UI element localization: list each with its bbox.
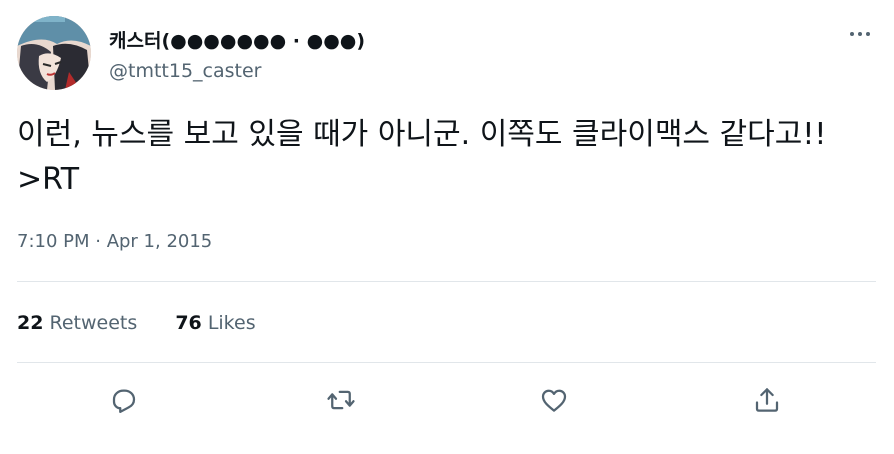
retweet-icon (327, 390, 355, 410)
likes-stat[interactable]: 76 Likes (175, 312, 255, 334)
more-options-button[interactable] (840, 22, 880, 46)
divider (17, 281, 876, 282)
likes-count: 76 (175, 312, 202, 334)
share-icon (755, 388, 779, 412)
retweet-button[interactable] (322, 381, 360, 419)
tweet-stats: 22 Retweets 76 Likes (17, 312, 288, 334)
author-handle[interactable]: @tmtt15_caster (109, 60, 261, 82)
more-dot-icon (866, 32, 870, 36)
more-dot-icon (858, 32, 862, 36)
avatar[interactable] (17, 16, 91, 90)
retweets-label: Retweets (49, 312, 138, 334)
avatar-image (17, 16, 91, 90)
author-name[interactable]: 캐스터(●●●●●●● · ●●●) (109, 26, 365, 53)
retweets-count: 22 (17, 312, 44, 334)
more-dot-icon (850, 32, 854, 36)
like-icon (541, 389, 567, 412)
share-button[interactable] (748, 381, 786, 419)
reply-icon (112, 389, 136, 413)
likes-label: Likes (207, 312, 256, 334)
tweet-card: 캐스터(●●●●●●● · ●●●) @tmtt15_caster 이런, 뉴스… (0, 0, 894, 454)
like-button[interactable] (535, 381, 573, 419)
tweet-timestamp[interactable]: 7:10 PM · Apr 1, 2015 (17, 231, 212, 252)
reply-button[interactable] (105, 381, 143, 419)
divider (17, 362, 876, 363)
retweets-stat[interactable]: 22 Retweets (17, 312, 137, 334)
tweet-text: 이런, 뉴스를 보고 있을 때가 아니군. 이쪽도 클라이맥스 같다고!! >R… (17, 117, 827, 197)
